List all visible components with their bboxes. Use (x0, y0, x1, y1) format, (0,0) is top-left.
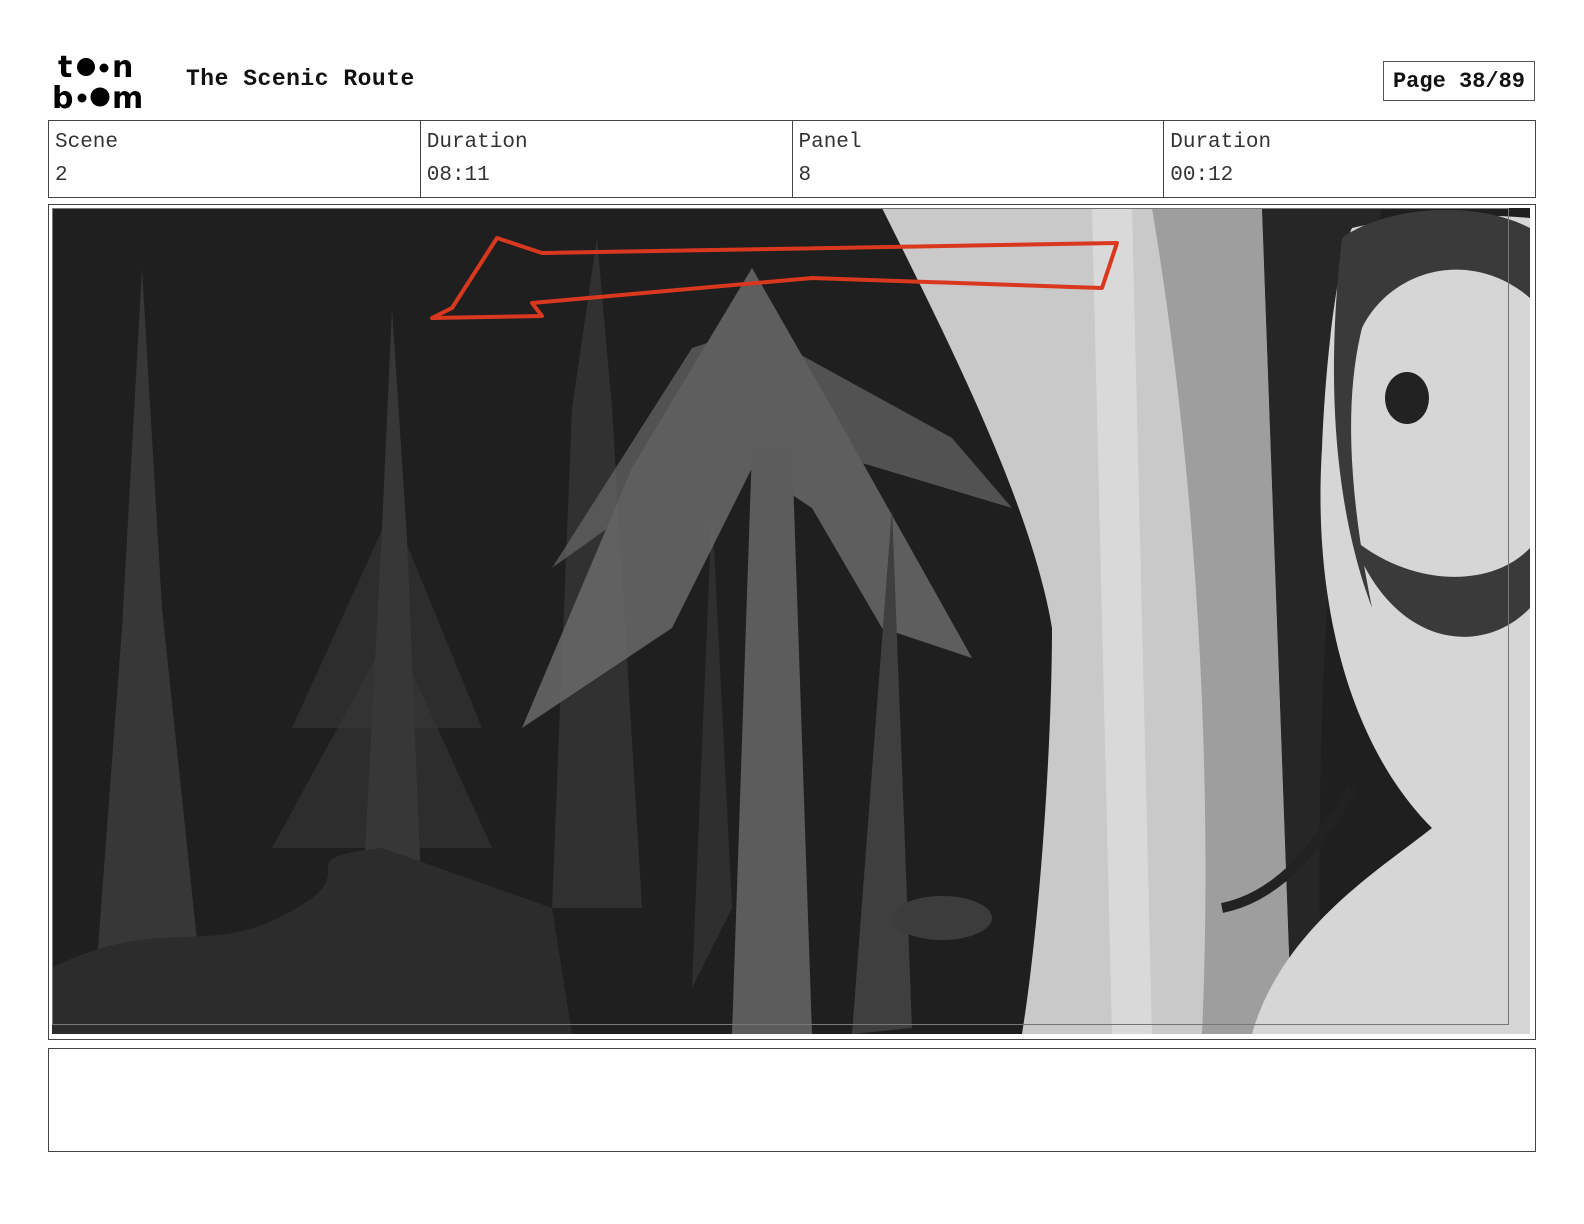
svg-text:n: n (112, 50, 133, 85)
forest-sketch-image (52, 208, 1530, 1034)
svg-text:b: b (52, 81, 73, 112)
scene-duration-cell: Duration 08:11 (419, 121, 792, 197)
panel-duration-value: 00:12 (1170, 164, 1234, 187)
svg-text:m: m (112, 81, 143, 112)
panel-cell: Panel 8 (791, 121, 1164, 197)
panel-label: Panel (798, 131, 862, 154)
svg-text:t: t (58, 50, 72, 85)
panel-notes-box (48, 1048, 1536, 1152)
scene-duration-label: Duration (426, 131, 528, 154)
page-indicator: Page 38/89 (1383, 61, 1535, 101)
scene-label: Scene (55, 131, 119, 154)
panel-duration-cell: Duration 00:12 (1163, 121, 1535, 197)
storyboard-title: The Scenic Route (186, 66, 415, 92)
panel-info-table: Scene 2 Duration 08:11 Panel 8 Duration … (48, 120, 1536, 198)
panel-duration-label: Duration (1170, 131, 1272, 154)
scene-cell: Scene 2 (49, 121, 420, 197)
panel-value: 8 (798, 164, 812, 187)
storyboard-panel (48, 204, 1536, 1040)
scene-value: 2 (55, 164, 68, 187)
toon-boom-logo: t n b m (52, 50, 164, 112)
scene-duration-value: 08:11 (426, 164, 490, 187)
